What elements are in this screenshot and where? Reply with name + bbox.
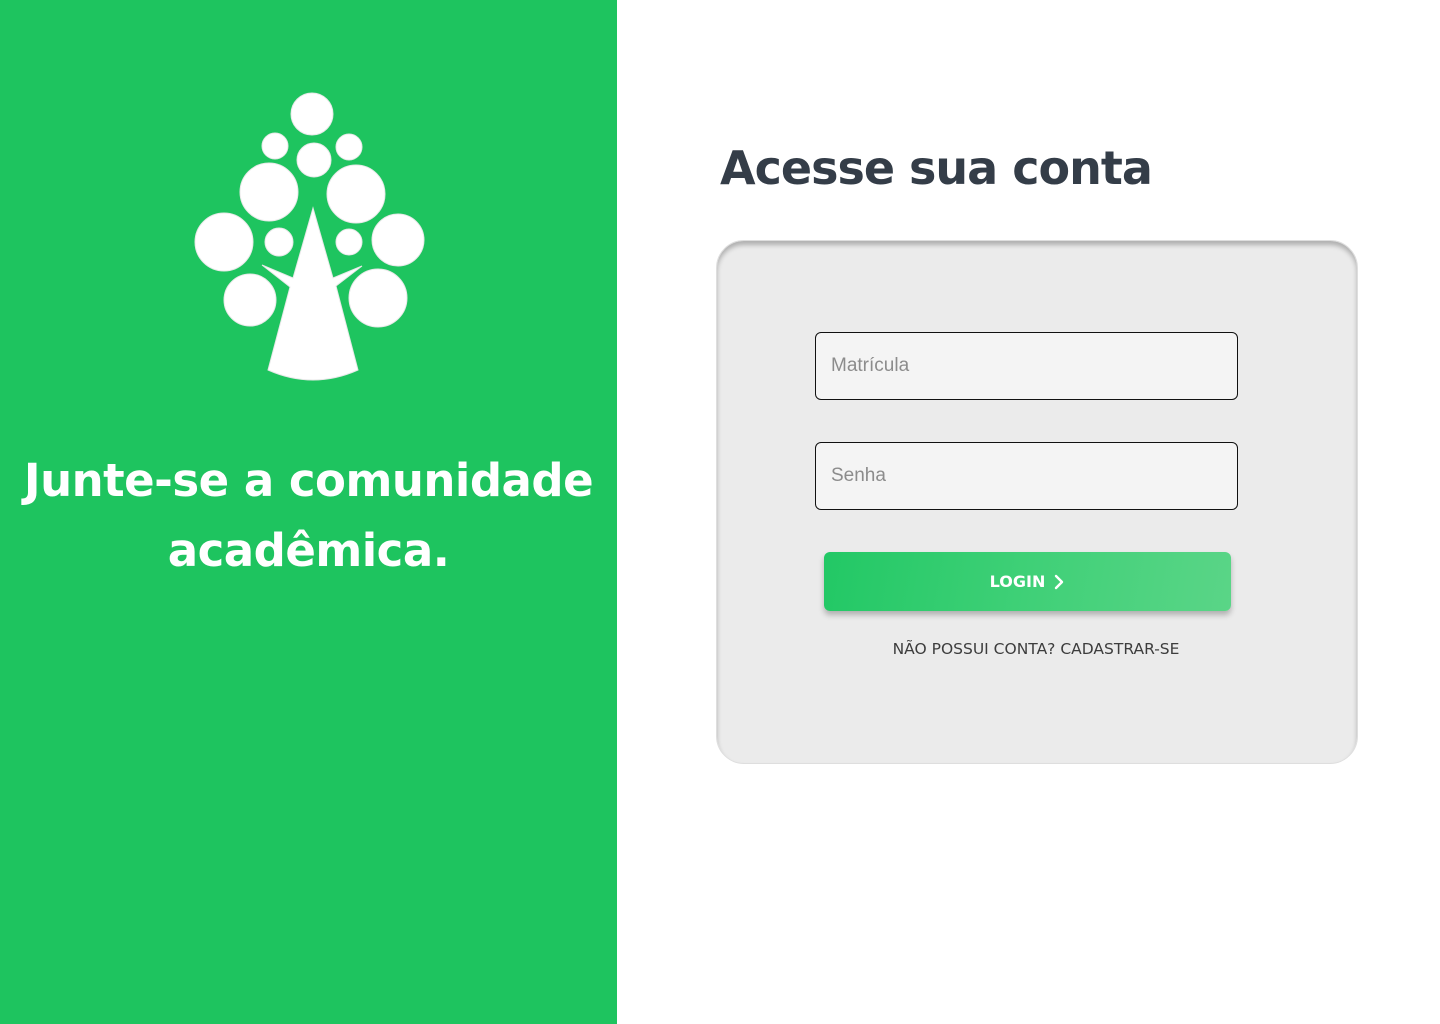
login-page: Junte-se a comunidade acadêmica. Acesse …	[0, 0, 1440, 1024]
login-button[interactable]: LOGIN	[824, 552, 1231, 611]
matricula-input[interactable]	[815, 332, 1238, 400]
brand-panel: Junte-se a comunidade acadêmica.	[0, 0, 617, 1024]
signup-link[interactable]: NÃO POSSUI CONTA? CADASTRAR-SE	[716, 638, 1356, 660]
password-input[interactable]	[815, 442, 1238, 510]
tagline: Junte-se a comunidade acadêmica.	[23, 454, 594, 577]
page-title: Acesse sua conta	[720, 141, 1153, 195]
chevron-right-icon	[1055, 574, 1064, 589]
login-button-label: LOGIN	[989, 572, 1046, 591]
tree-icon	[194, 92, 425, 381]
